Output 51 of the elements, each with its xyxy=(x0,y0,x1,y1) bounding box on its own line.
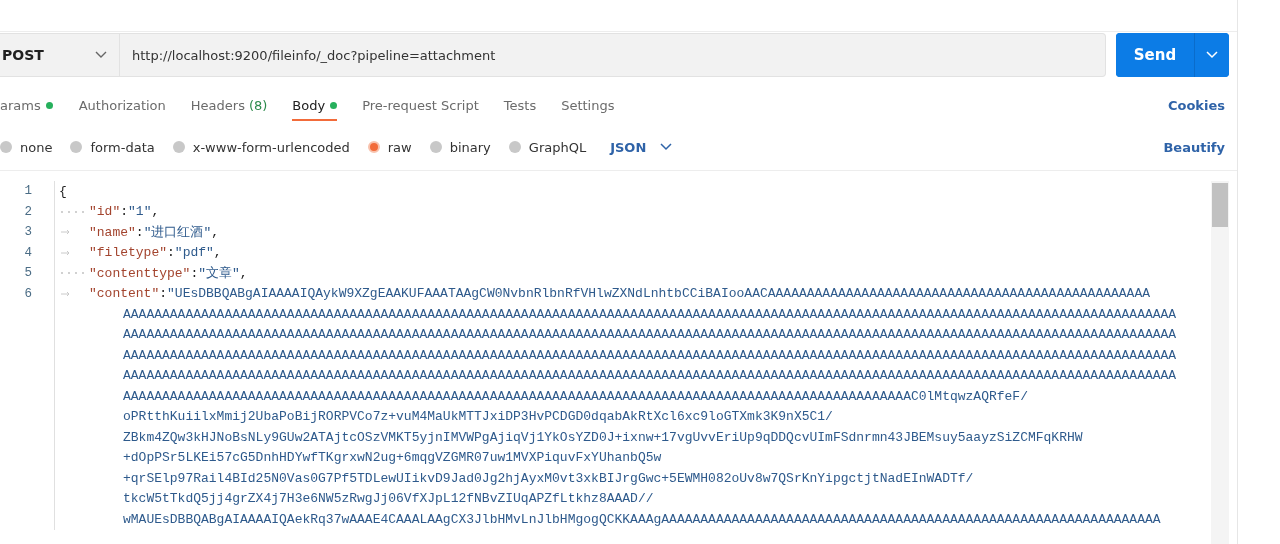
cookies-link[interactable]: Cookies xyxy=(1167,97,1225,113)
request-tab[interactable]: Body xyxy=(292,89,338,121)
chevron-down-icon xyxy=(95,51,107,59)
code-line: { xyxy=(59,183,67,199)
url-field[interactable]: http://localhost:9200/fileinfo/_doc?pipeline=attachment xyxy=(120,33,1106,77)
line-number: 1 xyxy=(23,184,32,199)
tab-arrow-icon xyxy=(61,290,71,297)
line-number: 5 xyxy=(23,266,32,281)
scrollbar-thumb[interactable] xyxy=(1212,183,1228,227)
tab-arrow-icon xyxy=(61,249,71,256)
body-type-radio[interactable]: none xyxy=(0,139,53,155)
request-tab[interactable]: Tests xyxy=(503,89,537,121)
chevron-down-icon xyxy=(1206,51,1218,59)
tab-arrow-icon xyxy=(61,229,71,236)
code-line: tkcW5tTkdQ5jj4grZX4j7H3e6NW5zRwgJj06VfXJpL12fNBvZIUqAPZfLtkhz8AAAD// xyxy=(123,491,654,507)
line-number: 4 xyxy=(23,245,32,260)
request-tab[interactable]: arams xyxy=(0,89,53,121)
code-line: AAAAAAAAAAAAAAAAAAAAAAAAAAAAAAAAAAAAAAAAAAAAAAAAAAAAAAAAAAAAAAAAAAAAAAAAAAAAAAAAAAAAAAAAAAAAAAAAAAAAAAAAAAAAAAAAAAAAAAAAAAAAAAAAAAAAAAA xyxy=(123,306,1177,322)
code-line: "content":"UEsDBBQABgAIAAAAIQAykW9XZgEAAKUFAAATAAgCW0NvbnRlbnRfVHlwZXNdLnhtbCCiBAIooAACAAAAAAAAAAAAAAAAAAAAAAAAAAAAAAAAAAAAAAAAAAAAAAAAA xyxy=(89,286,1150,302)
code-line: +dOpPSr5LKEi57cG5DnhHDYwfTKgrxwN2ug+6mqgVZGMR07uw1MVXPiquvFxYUhanbQ5w xyxy=(123,450,662,466)
code-line: AAAAAAAAAAAAAAAAAAAAAAAAAAAAAAAAAAAAAAAAAAAAAAAAAAAAAAAAAAAAAAAAAAAAAAAAAAAAAAAAAAAAAAAAAAAAAAAAAAAAAAAAAAAAAAAAAAAAAAAAAAAAAAAAAAAAAAA xyxy=(123,347,1177,363)
code-line: oPRtthKuiilxMmij2UbaPoBijRORPVCo7z+vuM4MaUkMTTJxiDP3HvPCDGD0dqabAkRtXcl6xc9loGTXmk3K9nX5C1/ xyxy=(123,409,833,425)
request-tab[interactable]: Settings xyxy=(561,89,615,121)
method-dropdown[interactable]: POST xyxy=(0,33,120,77)
beautify-link[interactable]: Beautify xyxy=(1163,139,1225,155)
code-line: AAAAAAAAAAAAAAAAAAAAAAAAAAAAAAAAAAAAAAAAAAAAAAAAAAAAAAAAAAAAAAAAAAAAAAAAAAAAAAAAAAAAAAAAAAAAAAAAAAAAAAAAAAAAAAAAAAAAAAAAAAAAAAAAAAAAAAA xyxy=(123,327,1177,343)
code-line: ZBkm4ZQw3kHJNoBsNLy9GUw2ATAjtcOSzVMKT5yjnIMVWPgAjiqVj1YkOsYZD0J+ixnw+17vgUvvEriUp9qDDQcvUImFSdnrmn43JBEMsuy5aayzSiZCMFqKRHW xyxy=(123,429,1083,445)
line-number: 3 xyxy=(23,225,32,240)
body-type-radio[interactable]: x-www-form-urlencoded xyxy=(172,139,350,155)
body-type-radio[interactable]: raw xyxy=(367,139,412,155)
line-number: 2 xyxy=(23,204,32,219)
format-dropdown[interactable]: JSON xyxy=(604,138,679,156)
whitespace-dots-icon xyxy=(59,271,87,276)
code-line: AAAAAAAAAAAAAAAAAAAAAAAAAAAAAAAAAAAAAAAAAAAAAAAAAAAAAAAAAAAAAAAAAAAAAAAAAAAAAAAAAAAAAAAAAAAAAAAAAAAAAC0lMtqwzAQRfeF/ xyxy=(123,388,1028,404)
body-type-radio[interactable]: binary xyxy=(429,139,491,155)
request-tab[interactable]: Authorization xyxy=(78,89,166,121)
code-line: "filetype":"pdf", xyxy=(89,245,222,261)
code-line: "id":"1", xyxy=(89,204,160,220)
send-button[interactable]: Send xyxy=(1116,33,1195,77)
request-tab[interactable]: Headers (8) xyxy=(190,89,268,121)
code-line: "contenttype":"文章", xyxy=(89,265,248,283)
code-line: wMAUEsDBBQABgAIAAAAIQAekRq37wAAAE4CAAALAAgCX3JlbHMvLnJlbHMgogQCKKAAAgAAAAAAAAAAAAAAAAAAAAAAAAAAAAAAAAAAAAAAAAAAAAAAAAAAAAAAAAAAAAAAAA xyxy=(123,511,1161,527)
line-number: 6 xyxy=(23,286,32,301)
whitespace-dots-icon xyxy=(59,209,87,214)
code-line: AAAAAAAAAAAAAAAAAAAAAAAAAAAAAAAAAAAAAAAAAAAAAAAAAAAAAAAAAAAAAAAAAAAAAAAAAAAAAAAAAAAAAAAAAAAAAAAAAAAAAAAAAAAAAAAAAAAAAAAAAAAAAAAAAAAAAAA xyxy=(123,368,1177,384)
body-type-radio[interactable]: form-data xyxy=(70,139,155,155)
request-tab[interactable]: Pre-request Script xyxy=(362,89,479,121)
code-line: "name":"进口红酒", xyxy=(89,224,220,242)
body-type-radio[interactable]: GraphQL xyxy=(508,139,587,155)
code-line: +qrSElp97Rail4BId25N0Vas0G7Pf5TDLewUIikvD9Jad0Jg2hjAyxM0vt3xkBIJrgGwc+5EWMH082oUv8w7QSrKnYipgctjtNadEInWADTf/ xyxy=(123,470,974,486)
chevron-down-icon xyxy=(660,143,673,151)
